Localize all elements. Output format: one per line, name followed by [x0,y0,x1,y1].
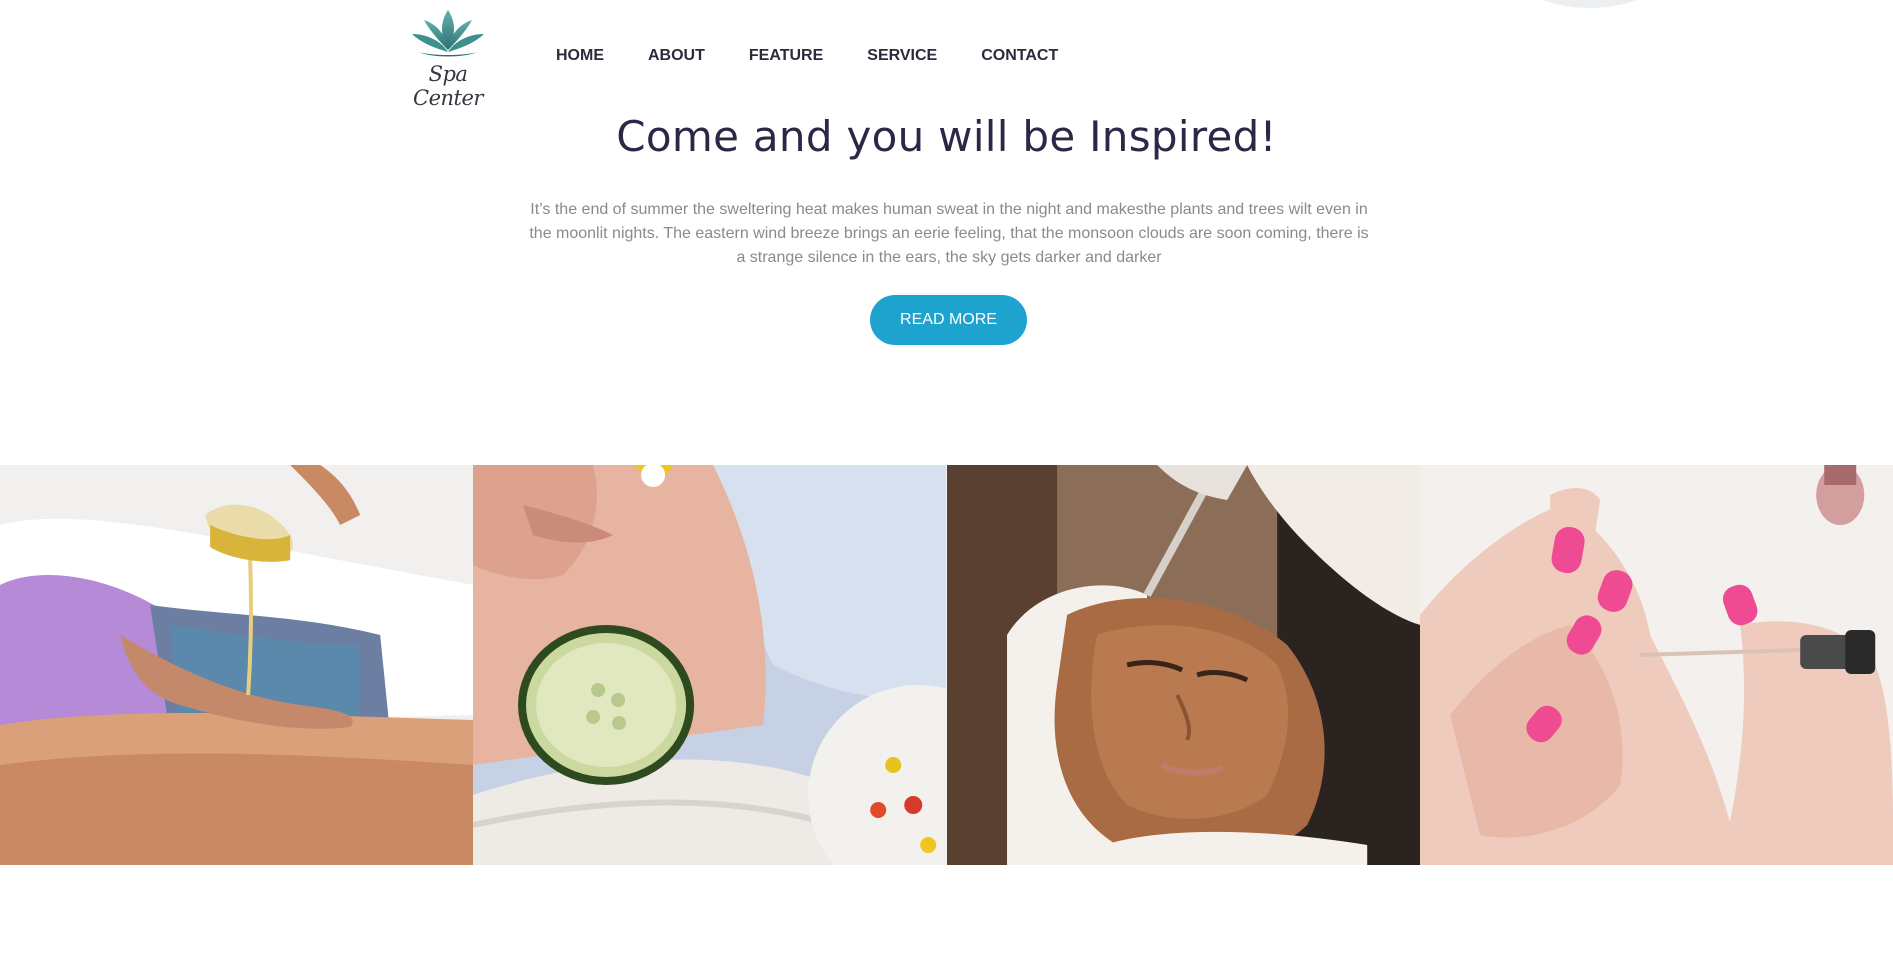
hero-description: It’s the end of summer the sweltering he… [529,201,1369,266]
logo-text: Spa Center [413,62,483,110]
nav-home[interactable]: HOME [556,46,604,66]
main-nav: HOME ABOUT FEATURE SERVICE CONTACT [556,46,1102,66]
nav-about[interactable]: ABOUT [648,46,705,66]
site-header: Spa Center HOME ABOUT FEATURE SERVICE CO… [0,0,1893,110]
massage-oil-photo [0,465,474,865]
clay-mask-photo [946,465,1420,865]
spa-center-logo[interactable]: Spa Center [398,6,498,110]
read-more-button[interactable]: READ MORE [870,295,1027,345]
nav-feature[interactable]: FEATURE [749,46,823,66]
nav-service[interactable]: SERVICE [867,46,937,66]
manicure-photo [1419,465,1893,865]
nav-contact[interactable]: CONTACT [981,46,1058,66]
lotus-icon [412,10,484,57]
photo-gallery [0,465,1893,865]
cucumber-facial-photo [473,465,947,865]
hero-title: Come and you will be Inspired! [616,112,1277,161]
